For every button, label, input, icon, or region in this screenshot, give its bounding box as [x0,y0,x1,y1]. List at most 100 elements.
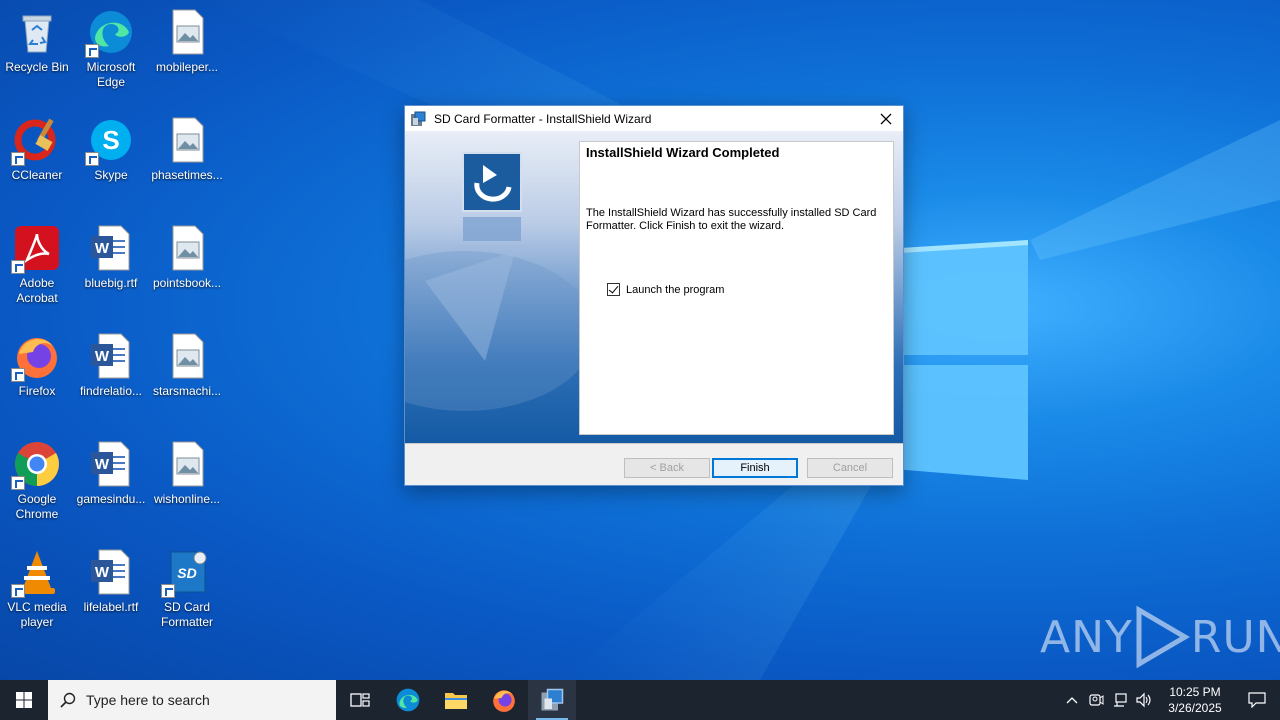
task-view-button[interactable] [336,680,384,720]
system-tray: 10:25 PM 3/26/2025 [1060,680,1280,720]
recycle-bin-icon [13,8,61,56]
desktop-icon-microsoft-edge[interactable]: Microsoft Edge [75,8,147,90]
dialog-titlebar[interactable]: SD Card Formatter - InstallShield Wizard [405,106,903,131]
meet-now-icon [1089,694,1104,706]
desktop-icon-label: mobileper... [155,60,219,74]
desktop-icon-label: starsmachi... [152,384,221,398]
desktop-icon-phasetimes[interactable]: phasetimes... [151,116,223,183]
desktop-icon-recycle-bin[interactable]: Recycle Bin [1,8,73,75]
installer-app-icon [411,111,426,126]
close-icon [880,113,892,124]
taskbar-firefox[interactable] [480,680,528,720]
desktop-icon-label: VLC media player [7,600,67,629]
svg-text:W: W [95,564,110,581]
desktop-icon-label: gamesindu... [76,492,146,506]
windows-start-icon [16,692,32,708]
desktop: Recycle Bin CCleaner Adobe Acrobat Firef… [0,0,1280,680]
svg-text:S: S [102,125,119,155]
desktop-icon-lifelabel[interactable]: W lifelabel.rtf [75,548,147,615]
taskbar: Type here to search 10:25 PM 3/26/2025 [0,680,1280,720]
dialog-body: InstallShield Wizard Completed The Insta… [405,131,903,443]
desktop-icon-bluebig[interactable]: W bluebig.rtf [75,224,147,291]
image-file-icon [163,332,211,380]
word-doc-icon: W [87,332,135,380]
cancel-button[interactable]: Cancel [807,458,893,478]
desktop-icon-wishonline[interactable]: wishonline... [151,440,223,507]
edge-icon [396,688,420,712]
desktop-icon-pointsbook[interactable]: pointsbook... [151,224,223,291]
desktop-icon-label: CCleaner [11,168,63,182]
desktop-icon-label: wishonline... [153,492,221,506]
acrobat-icon [11,224,61,274]
ccleaner-icon [11,116,61,166]
desktop-icon-label: Google Chrome [15,492,59,521]
checkbox-label: Launch the program [626,283,725,296]
tray-network[interactable] [1108,680,1132,720]
image-file-icon [163,116,211,164]
back-button[interactable]: < Back [624,458,710,478]
desktop-icon-mobileper[interactable]: mobileper... [151,8,223,75]
checkbox-checked-icon[interactable] [607,283,620,296]
desktop-icon-sd-card-formatter[interactable]: SD SD Card Formatter [151,548,223,630]
network-icon [1114,693,1127,707]
desktop-icon-adobe-acrobat[interactable]: Adobe Acrobat [1,224,73,306]
taskbar-edge[interactable] [384,680,432,720]
volume-icon [1136,692,1151,708]
chevron-up-icon [1066,697,1078,704]
wizard-message: The InstallShield Wizard has successfull… [586,207,877,232]
anyrun-watermark: ANY RUN [1040,606,1280,668]
desktop-icon-ccleaner[interactable]: CCleaner [1,116,73,183]
taskbar-installer[interactable] [528,680,576,720]
action-center-button[interactable] [1234,680,1280,720]
desktop-icon-google-chrome[interactable]: Google Chrome [1,440,73,522]
clock-date: 3/26/2025 [1168,701,1222,715]
desktop-icon-vlc[interactable]: VLC media player [1,548,73,630]
start-button[interactable] [0,680,48,720]
taskbar-search-box[interactable]: Type here to search [48,680,336,720]
tray-volume[interactable] [1132,680,1156,720]
desktop-icon-label: Recycle Bin [5,60,69,74]
wizard-heading: InstallShield Wizard Completed [586,145,780,160]
installshield-dialog: SD Card Formatter - InstallShield Wizard… [404,105,904,486]
desktop-icon-label: bluebig.rtf [84,276,138,290]
task-view-icon [350,693,370,707]
desktop-icon-findrelatio[interactable]: W findrelatio... [75,332,147,399]
wizard-content-panel: InstallShield Wizard Completed The Insta… [579,141,894,435]
svg-text:W: W [95,456,110,473]
launch-program-checkbox[interactable]: Launch the program [607,283,724,296]
word-doc-icon: W [87,548,135,596]
play-triangle-icon [1136,606,1190,668]
desktop-icon-label: pointsbook... [152,276,222,290]
sd-card-icon: SD [161,548,211,598]
taskbar-file-explorer[interactable] [432,680,480,720]
image-file-icon [163,440,211,488]
word-doc-icon: W [87,440,135,488]
dialog-title: SD Card Formatter - InstallShield Wizard [434,111,652,126]
show-hidden-icons-button[interactable] [1060,680,1084,720]
desktop-icon-starsmachi[interactable]: starsmachi... [151,332,223,399]
installer-app-icon [541,688,564,711]
desktop-icon-label: lifelabel.rtf [83,600,139,614]
desktop-icon-gamesindu[interactable]: W gamesindu... [75,440,147,507]
desktop-icon-label: Firefox [18,384,56,398]
tray-meet-now[interactable] [1084,680,1108,720]
close-button[interactable] [869,106,903,131]
search-placeholder: Type here to search [86,692,210,708]
folder-icon [445,693,467,709]
dialog-button-bar: < Back Finish Cancel [405,443,903,485]
desktop-icon-skype[interactable]: S Skype [75,116,147,183]
desktop-icon-firefox[interactable]: Firefox [1,332,73,399]
image-file-icon [163,8,211,56]
chrome-icon [11,440,61,490]
svg-text:W: W [95,348,110,365]
taskbar-clock[interactable]: 10:25 PM 3/26/2025 [1160,684,1230,716]
finish-button[interactable]: Finish [712,458,798,478]
image-file-icon [163,224,211,272]
notification-icon [1248,692,1266,708]
desktop-icon-label: findrelatio... [79,384,143,398]
skype-icon: S [85,116,135,166]
firefox-icon [11,332,61,382]
vlc-icon [11,548,61,598]
desktop-icon-label: Microsoft Edge [86,60,136,89]
desktop-icon-label: phasetimes... [151,168,223,182]
